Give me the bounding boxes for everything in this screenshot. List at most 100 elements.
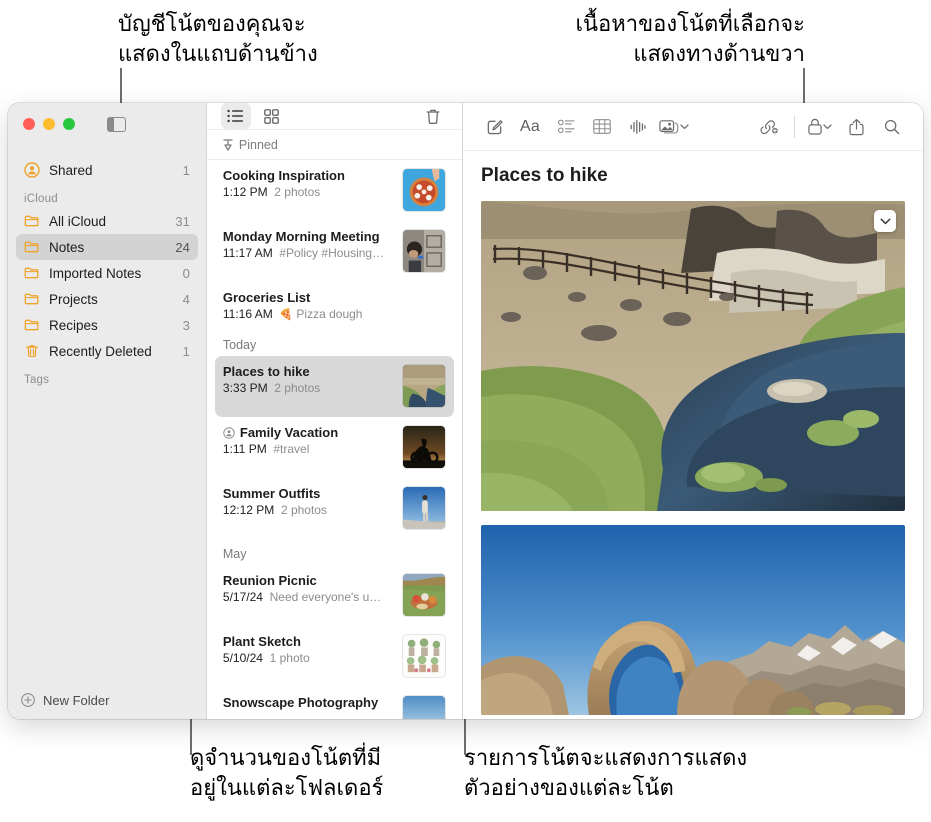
- audio-button[interactable]: [621, 113, 655, 141]
- list-view-button[interactable]: [220, 103, 251, 129]
- sidebar-item-label: Imported Notes: [49, 265, 142, 281]
- table-button[interactable]: [585, 113, 619, 141]
- note-title: Groceries List: [222, 290, 311, 305]
- folder-icon: [24, 215, 39, 227]
- note-time: 1:11 PM: [222, 442, 267, 456]
- sidebar-item-imported-notes[interactable]: Imported Notes 0: [16, 260, 198, 286]
- note-meta: 5/17/24 Need everyone's u…: [223, 590, 394, 604]
- note-list-item[interactable]: Reunion Picnic 5/17/24 Need everyone's u…: [215, 565, 454, 626]
- note-thumbnail-hike: [402, 364, 446, 408]
- note-thumbnail-outfit: [402, 486, 446, 530]
- note-detail-panel: Aa Places to hike: [463, 103, 923, 719]
- note-preview: Need everyone's u…: [269, 590, 382, 604]
- note-meta: 5/10/24 1 photo: [223, 651, 394, 665]
- note-thumbnail-picnic: [402, 573, 446, 617]
- group-header-pinned: Pinned: [206, 130, 462, 160]
- river-landscape-photo[interactable]: [481, 201, 905, 511]
- note-list-item[interactable]: Family Vacation 1:11 PM #travel: [215, 417, 454, 478]
- photo-options-button[interactable]: [874, 210, 896, 232]
- compose-note-button[interactable]: [477, 113, 511, 141]
- rock-arch-photo[interactable]: [481, 525, 905, 715]
- chevron-down-icon: [680, 123, 689, 129]
- note-title-text: Family Vacation: [239, 425, 339, 440]
- new-folder-label: New Folder: [43, 692, 110, 708]
- compose-note-icon: [487, 120, 503, 135]
- gallery-view-icon: [264, 108, 280, 124]
- note-list-item[interactable]: Summer Outfits 12:12 PM 2 photos: [215, 478, 454, 539]
- media-button[interactable]: [657, 113, 691, 141]
- sidebar-item-recipes[interactable]: Recipes 3: [16, 312, 198, 338]
- sidebar-item-notes[interactable]: Notes 24: [16, 234, 198, 260]
- chevron-down-icon: [823, 123, 832, 129]
- checklist-button[interactable]: [549, 113, 583, 141]
- note-thumbnail-pizza: [402, 168, 446, 212]
- annotation-top-right: เนื้อหาของโน้ตที่เลือกจะ แสดงทางด้านขวา: [575, 12, 805, 67]
- search-button[interactable]: [875, 113, 909, 141]
- note-content-area[interactable]: Places to hike: [463, 151, 923, 719]
- group-header-label: Today: [222, 338, 257, 352]
- sidebar-item-count: 1: [182, 162, 190, 178]
- plus-circle-icon: [21, 693, 35, 707]
- sidebar-item-count: 4: [182, 291, 190, 307]
- zoom-button[interactable]: [63, 118, 75, 130]
- notes-app-window: Shared 1 iCloud All iCloud 31 Notes 24 I…: [8, 103, 923, 719]
- shared-note-icon: [223, 426, 235, 439]
- note-list-item[interactable]: Snowscape Photography: [215, 687, 454, 719]
- share-button[interactable]: [839, 113, 873, 141]
- media-icon: [659, 119, 679, 133]
- note-list-item[interactable]: Cooking Inspiration 1:12 PM 2 photos: [215, 160, 454, 221]
- annotation-top-left: บัญชีโน้ตของคุณจะ แสดงในแถบด้านข้าง: [118, 12, 318, 67]
- note-title: Plant Sketch: [222, 634, 301, 649]
- sidebar-item-count: 24: [175, 239, 190, 255]
- note-thumbnail-meeting: [402, 229, 446, 273]
- sidebar-scroll-area: Shared 1 iCloud All iCloud 31 Notes 24 I…: [8, 145, 206, 681]
- sidebar-item-label: Notes: [49, 239, 85, 255]
- gallery-view-button[interactable]: [257, 103, 287, 129]
- note-thumbnail-bike: [402, 425, 446, 469]
- note-list-item[interactable]: Monday Morning Meeting 11:17 AM #Policy …: [215, 221, 454, 282]
- annotation-bottom-left: ดูจำนวนของโน้ตที่มี อยู่ในแต่ละโฟลเดอร์: [190, 746, 384, 801]
- sidebar-toggle-icon[interactable]: [107, 116, 126, 132]
- delete-note-button[interactable]: [418, 103, 448, 129]
- note-time: 11:17 AM: [222, 246, 273, 260]
- close-button[interactable]: [23, 118, 35, 130]
- note-list-item[interactable]: Plant Sketch 5/10/24 1 photo: [215, 626, 454, 687]
- sidebar-item-shared[interactable]: Shared 1: [16, 157, 198, 183]
- note-time: 5/10/24: [222, 651, 263, 665]
- note-thumbnail-plants: [402, 634, 446, 678]
- note-preview: 2 photos: [280, 503, 327, 517]
- lock-button[interactable]: [803, 113, 837, 141]
- note-time: 3:33 PM: [222, 381, 268, 395]
- folder-icon: [24, 293, 39, 305]
- sidebar-item-count: 0: [182, 265, 190, 281]
- sidebar-item-count: 3: [182, 317, 190, 333]
- format-text-button[interactable]: Aa: [513, 113, 547, 141]
- note-title: Cooking Inspiration: [222, 168, 345, 183]
- note-list-item-selected[interactable]: Places to hike 3:33 PM 2 photos: [214, 356, 454, 417]
- minimize-button[interactable]: [43, 118, 55, 130]
- sidebar-section-header-tags: Tags: [24, 374, 50, 386]
- sidebar-item-recently-deleted[interactable]: Recently Deleted 1: [16, 338, 198, 364]
- note-preview: #travel: [273, 442, 310, 456]
- chevron-down-icon: [880, 218, 890, 224]
- group-header-today: Today: [207, 330, 462, 356]
- note-title: Snowscape Photography: [222, 695, 379, 710]
- shared-person-icon: [24, 162, 40, 178]
- sidebar-item-label: Projects: [49, 291, 98, 307]
- collaborate-button[interactable]: [751, 113, 785, 141]
- note-title: Monday Morning Meeting: [222, 229, 380, 244]
- new-folder-button[interactable]: New Folder: [8, 681, 206, 719]
- sidebar-item-count: 31: [175, 213, 190, 229]
- note-preview: #Policy #Housing…: [279, 246, 385, 260]
- note-list-item[interactable]: Groceries List 11:16 AM 🍕 Pizza dough: [215, 282, 454, 330]
- sidebar-item-label: All iCloud: [49, 213, 107, 229]
- note-detail-toolbar: Aa: [463, 103, 923, 151]
- note-meta: 11:17 AM #Policy #Housing…: [223, 246, 394, 260]
- sidebar-item-all-icloud[interactable]: All iCloud 31: [16, 208, 198, 234]
- note-preview: 1 photo: [269, 651, 310, 665]
- note-thumbnail-snow: [402, 695, 446, 719]
- sidebar-item-projects[interactable]: Projects 4: [16, 286, 198, 312]
- annotation-bottom-right: รายการโน้ตจะแสดงการแสดง ตัวอย่างของแต่ละ…: [464, 746, 748, 801]
- group-header-may: May: [207, 539, 462, 565]
- folder-icon: [24, 319, 39, 331]
